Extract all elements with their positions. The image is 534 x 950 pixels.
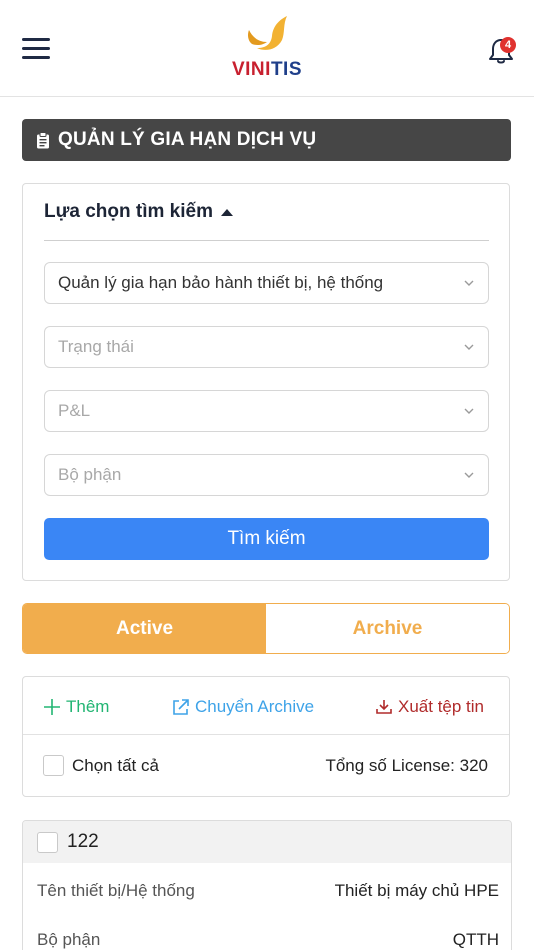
add-button[interactable]: Thêm (43, 697, 109, 717)
move-archive-label: Chuyển Archive (195, 697, 315, 716)
record-card-header: 122 (23, 821, 511, 863)
download-icon (376, 700, 392, 714)
search-panel: Lựa chọn tìm kiếm Quản lý gia hạn bảo hà… (22, 183, 510, 581)
pl-select[interactable]: P&L (44, 390, 489, 432)
vinitis-logo[interactable]: VINITIS (217, 14, 317, 84)
divider (23, 734, 509, 735)
page-title: QUẢN LÝ GIA HẠN DỊCH VỤ (58, 129, 317, 150)
search-panel-toggle[interactable]: Lựa chọn tìm kiếm (44, 201, 233, 223)
tab-archive[interactable]: Archive (266, 604, 509, 653)
chevron-down-icon (464, 408, 474, 414)
move-archive-button[interactable]: Chuyển Archive (171, 697, 314, 717)
logo-bird-icon (248, 16, 287, 50)
status-placeholder: Trạng thái (58, 337, 134, 356)
pl-placeholder: P&L (58, 401, 91, 420)
divider (44, 240, 489, 241)
department-placeholder: Bộ phận (58, 465, 122, 484)
record-card: 122 Tên thiết bị/Hệ thống Thiết bị máy c… (22, 820, 512, 950)
field-value: Thiết bị máy chủ HPE (334, 881, 499, 900)
export-button[interactable]: Xuất tệp tin (375, 697, 484, 717)
department-select[interactable]: Bộ phận (44, 454, 489, 496)
export-label: Xuất tệp tin (398, 697, 485, 716)
chevron-down-icon (464, 472, 474, 478)
add-label: Thêm (66, 697, 110, 716)
status-tabs: Active Archive (22, 603, 510, 654)
field-label: Bộ phận (37, 930, 101, 949)
app-header: VINITIS 4 (0, 0, 534, 97)
record-field-row: Bộ phận QTTH (37, 930, 499, 950)
clipboard-icon (37, 131, 49, 148)
caret-up-icon (220, 208, 233, 216)
logo-text: VINITIS (231, 59, 302, 80)
status-select[interactable]: Trạng thái (44, 326, 489, 368)
field-label: Tên thiết bị/Hệ thống (37, 881, 195, 900)
service-type-select[interactable]: Quản lý gia hạn bảo hành thiết bị, hệ th… (44, 262, 489, 304)
search-panel-heading: Lựa chọn tìm kiếm (44, 201, 213, 222)
plus-icon (44, 699, 60, 715)
field-value: QTTH (452, 930, 499, 949)
tab-active[interactable]: Active (23, 604, 266, 653)
notification-badge: 4 (500, 37, 516, 53)
actions-panel: Thêm Chuyển Archive Xuất tệp tin Chọn tấ… (22, 676, 510, 797)
record-field-row: Tên thiết bị/Hệ thống Thiết bị máy chủ H… (37, 881, 499, 901)
search-button[interactable]: Tìm kiếm (44, 518, 489, 560)
page-title-bar: QUẢN LÝ GIA HẠN DỊCH VỤ (22, 119, 511, 161)
service-type-value: Quản lý gia hạn bảo hành thiết bị, hệ th… (58, 273, 384, 292)
chevron-down-icon (464, 280, 474, 286)
menu-icon[interactable] (22, 37, 50, 61)
external-link-icon (173, 698, 189, 715)
chevron-down-icon (464, 344, 474, 350)
license-total: Tổng số License: 320 (325, 756, 488, 775)
record-id: 122 (67, 831, 99, 852)
select-all-label: Chọn tất cả (72, 755, 159, 775)
select-all-checkbox[interactable] (43, 755, 64, 776)
record-checkbox[interactable] (37, 831, 58, 853)
select-all[interactable]: Chọn tất cả (43, 755, 159, 776)
